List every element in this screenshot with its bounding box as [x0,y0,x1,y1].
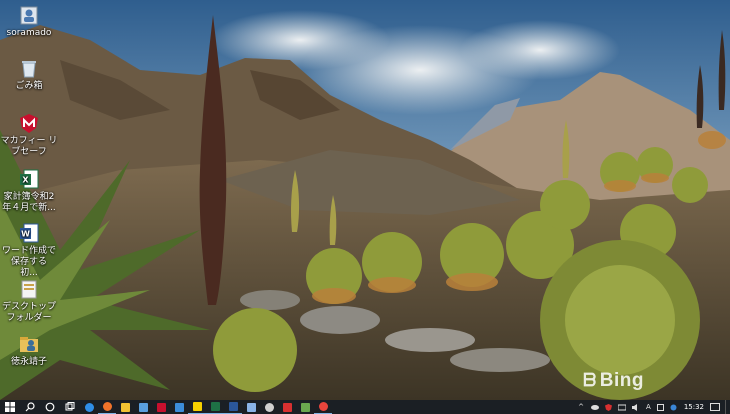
task-view-button[interactable] [60,400,80,414]
sticky-note-icon [192,402,202,411]
paint-app[interactable] [296,400,314,414]
recycle-bin-icon [18,57,40,79]
chrome-app[interactable] [314,400,332,414]
bing-watermark-text: Bing [599,370,644,391]
ime-tray-icon[interactable] [656,403,664,411]
desktop-icon-label: soramado [6,28,52,38]
desktop-icon-label: デスクトップフォルダー [1,302,56,323]
paint-icon [300,402,310,412]
network-tray-icon[interactable] [618,404,627,411]
jcom-icon [282,402,292,412]
file-explorer-app[interactable] [116,400,134,414]
system-tray: ^ A 15:32 [575,400,730,414]
bing-logo-icon: ᗷ [583,370,597,390]
search-button[interactable] [20,400,40,414]
svg-text:X: X [22,176,29,185]
desktop-folder-icon [18,278,40,300]
firefox-icon [102,402,112,411]
mcafee-icon [18,112,40,134]
bing-watermark: ᗷ Bing [583,370,644,392]
sticky-notes-app[interactable] [188,400,206,414]
desktop-icon-user-folder[interactable]: 徳永靖子 [0,331,58,368]
desktop-icon-label: マカフィー リブセーフ [0,136,58,157]
task-view-icon [65,402,75,411]
edge-icon [84,402,94,412]
security-tray-icon[interactable] [670,404,677,411]
chrome-icon [318,402,328,411]
desktop-icon-excel-file[interactable]: X 家計簿令和2年４月で新... [0,166,58,214]
onedrive-tray-icon[interactable] [590,404,600,410]
tray-overflow-chevron[interactable]: ^ [578,403,584,411]
folder-icon [120,402,130,412]
action-center-icon[interactable] [710,403,720,411]
excel-icon: X [18,168,40,190]
desktop-wallpaper: ᗷ Bing [0,0,730,400]
windows-logo-icon [5,402,15,412]
mcafee-app[interactable] [152,400,170,414]
mail-app[interactable] [170,400,188,414]
volume-tray-icon[interactable] [632,403,640,411]
mail-icon [174,402,184,412]
store-icon [138,402,148,412]
taskbar-clock[interactable]: 15:32 [684,403,704,411]
photos-app[interactable] [242,400,260,414]
user-folder-icon [18,333,40,355]
taskbar: ^ A 15:32 [0,400,730,414]
mcafee-tray-icon[interactable] [605,403,613,411]
word-icon [228,402,238,411]
desktop-icon-desktop-folder[interactable]: デスクトップフォルダー [0,276,58,324]
store-app[interactable] [134,400,152,414]
desktop-icon-soramado[interactable]: soramado [0,2,58,39]
start-button[interactable] [0,400,20,414]
desktop-icon-mcafee[interactable]: マカフィー リブセーフ [0,110,58,158]
wallpaper-landscape [0,0,730,400]
mcafee-icon [156,402,166,412]
cortana-button[interactable] [40,400,60,414]
show-desktop-button[interactable] [725,400,730,414]
desktop-icon-label: 徳永靖子 [10,357,47,367]
excel-icon [210,402,220,411]
settings-app[interactable] [260,400,278,414]
firefox-app[interactable] [98,400,116,414]
gear-icon [264,402,274,412]
desktop-icon-label: ごみ箱 [15,81,43,91]
excel-app[interactable] [206,400,224,414]
jcom-app[interactable] [278,400,296,414]
desktop-icon-label: ワード作成で保存する 初... [1,246,57,278]
word-icon: W [18,222,40,244]
folder-user-icon [18,4,40,26]
ime-mode-indicator[interactable]: A [646,403,651,411]
search-icon [25,402,35,412]
svg-text:W: W [21,230,30,239]
desktop-icon-word-file[interactable]: W ワード作成で保存する 初... [0,220,58,279]
desktop-icon-recycle-bin[interactable]: ごみ箱 [0,55,58,92]
word-app[interactable] [224,400,242,414]
desktop-icon-label: 家計簿令和2年４月で新... [2,192,56,213]
photos-icon [246,402,256,412]
edge-app[interactable] [80,400,98,414]
cortana-circle-icon [45,402,55,412]
